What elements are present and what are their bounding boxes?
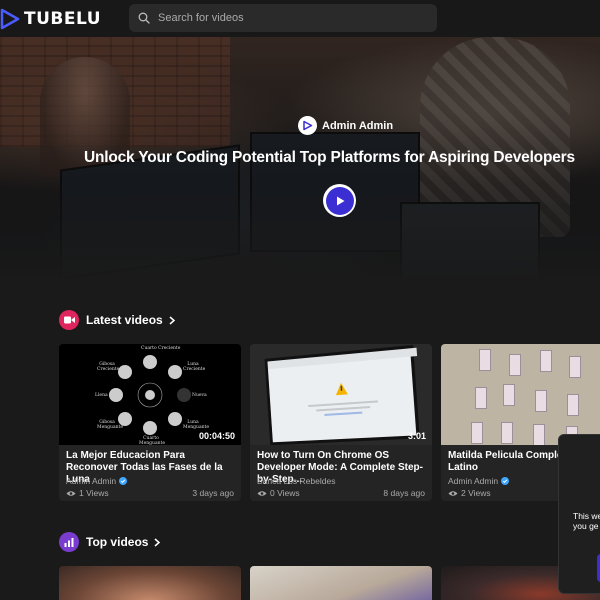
video-channel[interactable]: Admin Admin: [448, 476, 510, 486]
section-title: Top videos: [86, 535, 149, 549]
video-camera-icon: [59, 310, 79, 330]
hero-play-button[interactable]: [323, 184, 356, 217]
play-icon: [336, 196, 344, 205]
eye-icon: [448, 490, 458, 496]
consent-popup: This we you ge: [558, 434, 600, 594]
video-card[interactable]: 3:01 How to Turn On Chrome OS Developer …: [250, 344, 432, 501]
views-count: 0 Views: [270, 488, 300, 498]
search-bar[interactable]: [129, 4, 437, 32]
views-count: 1 Views: [79, 488, 109, 498]
search-input[interactable]: [158, 12, 418, 24]
verified-badge-icon: [119, 477, 128, 485]
search-icon: [138, 12, 150, 24]
moon-label: Cuarto Creciente: [141, 346, 181, 351]
verified-badge-icon: [501, 477, 510, 485]
section-title: Latest videos: [86, 313, 163, 327]
chevron-right-icon: [154, 537, 161, 547]
play-logo-icon: [303, 120, 313, 131]
popup-text-line: This we: [573, 511, 600, 521]
popup-text-line: you ge: [573, 521, 599, 531]
video-thumbnail[interactable]: [250, 566, 432, 600]
channel-name: Admin Admin: [448, 476, 499, 486]
chevron-right-icon: [169, 315, 175, 325]
channel-name: Admin Admin: [66, 476, 117, 486]
video-thumbnail[interactable]: 3:01: [250, 344, 432, 445]
video-views: 2 Views: [448, 488, 491, 498]
popup-text: This we you ge: [573, 511, 600, 531]
moon-label: Gibosa Creciente: [97, 362, 120, 372]
logo-play-icon: [0, 8, 20, 29]
video-thumbnail[interactable]: Cuarto Creciente Gibosa Creciente Luna C…: [59, 344, 241, 445]
hero-title[interactable]: Unlock Your Coding Potential Top Platfor…: [84, 149, 575, 167]
eye-icon: [66, 490, 76, 496]
video-channel[interactable]: Banca Los Rebeldes: [257, 476, 335, 486]
video-card[interactable]: Cuarto Creciente Gibosa Creciente Luna C…: [59, 344, 241, 501]
channel-name: Banca Los Rebeldes: [257, 476, 336, 486]
moon-label: Luna Creciente: [183, 362, 206, 372]
hero-banner[interactable]: Admin Admin Unlock Your Coding Potential…: [0, 37, 600, 285]
hero-author-name: Admin Admin: [322, 119, 394, 132]
moon-label: Llena: [95, 393, 108, 398]
views-count: 2 Views: [461, 488, 491, 498]
logo[interactable]: TUBELU: [0, 0, 101, 37]
video-duration: 00:04:50: [198, 431, 235, 441]
eye-icon: [257, 490, 267, 496]
video-channel[interactable]: Admin Admin: [66, 476, 128, 486]
video-age: 8 days ago: [383, 488, 425, 498]
moon-label: Nueva: [192, 393, 207, 398]
top-videos-heading[interactable]: Top videos: [59, 532, 161, 552]
latest-videos-heading[interactable]: Latest videos: [59, 310, 175, 330]
moon-label: Luna Menguante: [183, 420, 210, 430]
video-age: 3 days ago: [192, 488, 234, 498]
moon-phase-diagram: [109, 355, 191, 435]
top-header: TUBELU: [0, 0, 600, 37]
bar-chart-icon: [59, 532, 79, 552]
logo-text: TUBELU: [24, 8, 102, 29]
video-thumbnail[interactable]: [59, 566, 241, 600]
video-duration: 3:01: [407, 431, 426, 441]
avatar: [298, 116, 317, 135]
video-thumbnail[interactable]: [441, 344, 600, 445]
video-views: 1 Views: [66, 488, 109, 498]
moon-label: Gibosa Menguante: [97, 420, 124, 430]
video-views: 0 Views: [257, 488, 300, 498]
laptop-screen-image: [264, 344, 420, 445]
moon-label: Cuarto Menguante: [139, 436, 166, 445]
hero-author[interactable]: Admin Admin: [298, 116, 393, 135]
